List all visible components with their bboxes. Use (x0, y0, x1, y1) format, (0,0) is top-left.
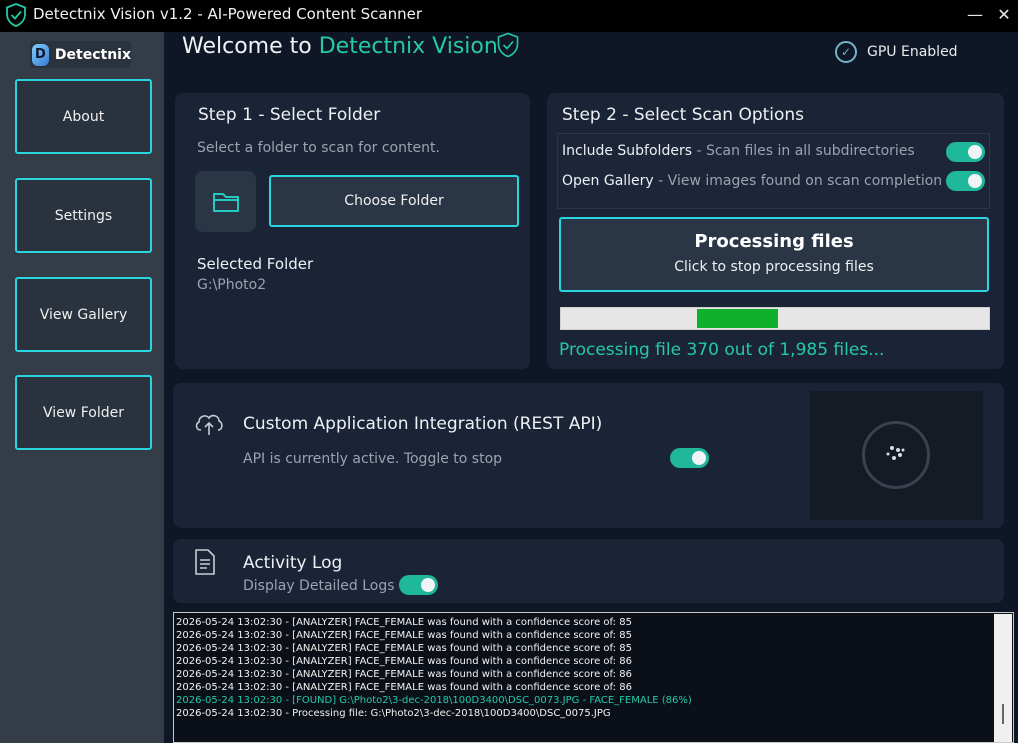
title-bar: Detectnix Vision v1.2 - AI-Powered Conte… (0, 0, 1018, 32)
option-label: Include Subfolders (562, 143, 692, 159)
welcome-accent: Detectnix Vision (318, 34, 498, 59)
cloud-upload-icon (195, 414, 223, 435)
loading-spinner (810, 391, 983, 520)
shield-check-icon (497, 32, 519, 58)
include-subfolders-toggle[interactable] (946, 142, 985, 162)
logo: D Detectnix (30, 41, 131, 68)
selected-folder-value: G:\Photo2 (197, 277, 267, 293)
scrollbar-thumb[interactable] (1002, 704, 1004, 724)
logo-text: Detectnix (54, 46, 131, 63)
api-toggle[interactable] (670, 448, 709, 468)
log-line: 2026-05-24 13:02:30 - [ANALYZER] FACE_FE… (176, 643, 632, 654)
window-title: Detectnix Vision v1.2 - AI-Powered Conte… (33, 5, 422, 23)
api-title: Custom Application Integration (REST API… (243, 414, 603, 434)
api-status: API is currently active. Toggle to stop (243, 451, 503, 467)
choose-folder-button[interactable]: Choose Folder (269, 175, 519, 227)
log-line: 2026-05-24 13:02:30 - [ANALYZER] FACE_FE… (176, 669, 632, 680)
about-button[interactable]: About (15, 79, 152, 154)
option-desc: - View images found on scan completion (653, 173, 943, 189)
progress-text: Processing file 370 out of 1,985 files..… (559, 340, 885, 360)
view-folder-button[interactable]: View Folder (15, 375, 152, 450)
gpu-status: ✓ GPU Enabled (835, 41, 958, 63)
step1-subtitle: Select a folder to scan for content. (197, 140, 440, 156)
log-line: 2026-05-24 13:02:30 - [ANALYZER] FACE_FE… (176, 630, 632, 641)
folder-icon (212, 192, 239, 212)
sidebar: D Detectnix About Settings View Gallery … (0, 32, 164, 743)
option-include-subfolders: Include Subfolders - Scan files in all s… (562, 143, 915, 159)
activity-log-output[interactable]: 2026-05-24 13:02:30 - [ANALYZER] FACE_FE… (173, 612, 1014, 743)
settings-button[interactable]: Settings (15, 178, 152, 253)
minimize-button[interactable]: — (966, 6, 984, 24)
option-desc: - Scan files in all subdirectories (692, 143, 915, 159)
welcome-prefix: Welcome to (182, 34, 319, 59)
document-icon (195, 549, 215, 575)
progress-fill (697, 309, 778, 328)
option-label: Open Gallery (562, 173, 654, 189)
log-line: 2026-05-24 13:02:30 - Processing file: G… (176, 708, 611, 719)
log-line-found: 2026-05-24 13:02:30 - [FOUND] G:\Photo2\… (176, 695, 692, 706)
detailed-logs-label: Display Detailed Logs (243, 578, 395, 594)
log-line: 2026-05-24 13:02:30 - [ANALYZER] FACE_FE… (176, 682, 632, 693)
logo-mark: D (32, 43, 49, 66)
check-circle-icon: ✓ (835, 41, 857, 63)
process-title: Processing files (694, 231, 854, 252)
selected-folder-label: Selected Folder (197, 255, 314, 273)
step2-title: Step 2 - Select Scan Options (562, 105, 805, 125)
log-scrollbar[interactable] (994, 614, 1012, 742)
close-button[interactable]: ✕ (995, 6, 1013, 24)
log-line: 2026-05-24 13:02:30 - [ANALYZER] FACE_FE… (176, 617, 632, 628)
progress-bar (560, 307, 990, 330)
stop-processing-button[interactable]: Processing files Click to stop processin… (559, 217, 989, 292)
gpu-label: GPU Enabled (867, 44, 958, 60)
view-gallery-button[interactable]: View Gallery (15, 277, 152, 352)
activity-title: Activity Log (243, 553, 343, 573)
folder-icon-box (195, 171, 256, 232)
scan-options: Include Subfolders - Scan files in all s… (557, 133, 990, 209)
spinner-dots-icon (886, 446, 905, 460)
shield-check-icon (6, 3, 26, 27)
option-open-gallery: Open Gallery - View images found on scan… (562, 173, 942, 189)
step1-title: Step 1 - Select Folder (198, 105, 381, 125)
log-line: 2026-05-24 13:02:30 - [ANALYZER] FACE_FE… (176, 656, 632, 667)
detailed-logs-toggle[interactable] (399, 575, 438, 595)
page-title: Welcome to Detectnix Vision (182, 34, 498, 59)
process-subtitle: Click to stop processing files (674, 259, 874, 275)
open-gallery-toggle[interactable] (946, 171, 985, 191)
